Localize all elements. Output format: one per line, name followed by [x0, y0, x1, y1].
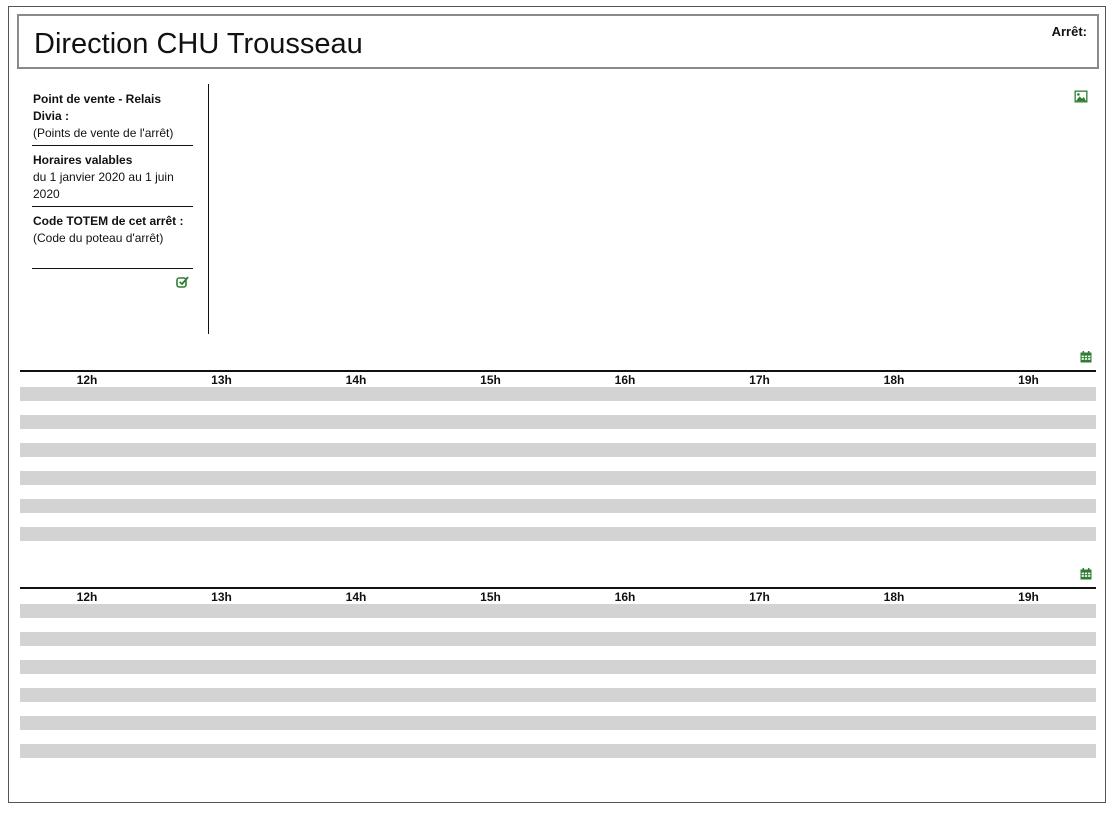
timetable-row	[20, 604, 1096, 618]
timetable-2: 12h 13h 14h 15h 16h 17h 18h 19h	[20, 565, 1096, 765]
totem-code-value: (Code du poteau d'arrêt)	[33, 231, 164, 245]
sales-point-value: (Points de vente de l'arrêt)	[33, 126, 174, 140]
hour-label: 13h	[211, 373, 232, 387]
stop-info-sidebar: Point de vente - Relais Divia : (Points …	[32, 84, 193, 288]
timetable-row	[20, 443, 1096, 457]
timetable-row	[20, 660, 1096, 674]
timetable-row	[20, 415, 1096, 429]
timetable-row	[20, 527, 1096, 541]
timetable-rule	[20, 587, 1096, 589]
page-title: Direction CHU Trousseau	[34, 28, 363, 60]
calendar-icon[interactable]	[1080, 567, 1092, 580]
sales-point-label: Point de vente - Relais Divia :	[33, 92, 162, 123]
header-panel: Direction CHU Trousseau Arrêt:	[17, 14, 1099, 69]
timetable-row	[20, 499, 1096, 513]
hour-label: 13h	[211, 590, 232, 604]
timetable-row	[20, 744, 1096, 758]
hour-label: 15h	[480, 590, 501, 604]
timetable-1: 12h 13h 14h 15h 16h 17h 18h 19h	[20, 348, 1096, 548]
timetable-row	[20, 632, 1096, 646]
image-icon[interactable]	[1074, 90, 1088, 103]
schedule-validity-value: du 1 janvier 2020 au 1 juin 2020	[33, 170, 174, 201]
hour-label: 18h	[883, 373, 905, 387]
hour-label: 15h	[480, 373, 501, 387]
hour-label: 12h	[76, 590, 98, 604]
stop-label: Arrêt:	[1051, 24, 1087, 39]
hour-header-row: 12h 13h 14h 15h 16h 17h 18h 19h	[20, 590, 1096, 604]
hour-label: 17h	[749, 590, 770, 604]
totem-code-block: Code TOTEM de cet arrêt : (Code du potea…	[32, 207, 193, 269]
hour-label: 17h	[749, 373, 770, 387]
timetable-row	[20, 471, 1096, 485]
timetable-row	[20, 387, 1096, 401]
hour-label: 14h	[345, 590, 367, 604]
hour-label: 16h	[614, 590, 636, 604]
calendar-icon[interactable]	[1080, 350, 1092, 363]
vertical-divider	[208, 84, 209, 334]
hour-label: 16h	[614, 373, 636, 387]
schedule-validity-block: Horaires valables du 1 janvier 2020 au 1…	[32, 146, 193, 207]
hour-header-row: 12h 13h 14h 15h 16h 17h 18h 19h	[20, 373, 1096, 387]
totem-code-label: Code TOTEM de cet arrêt :	[33, 214, 184, 228]
schedule-validity-label: Horaires valables	[33, 153, 133, 167]
timetable-rule	[20, 370, 1096, 372]
hour-label: 12h	[76, 373, 98, 387]
edit-icon[interactable]	[175, 275, 189, 289]
hour-label: 19h	[1018, 590, 1039, 604]
hour-label: 18h	[883, 590, 905, 604]
sales-point-block: Point de vente - Relais Divia : (Points …	[32, 84, 193, 146]
timetable-row	[20, 688, 1096, 702]
hour-label: 19h	[1018, 373, 1039, 387]
hour-label: 14h	[345, 373, 367, 387]
timetable-row	[20, 716, 1096, 730]
